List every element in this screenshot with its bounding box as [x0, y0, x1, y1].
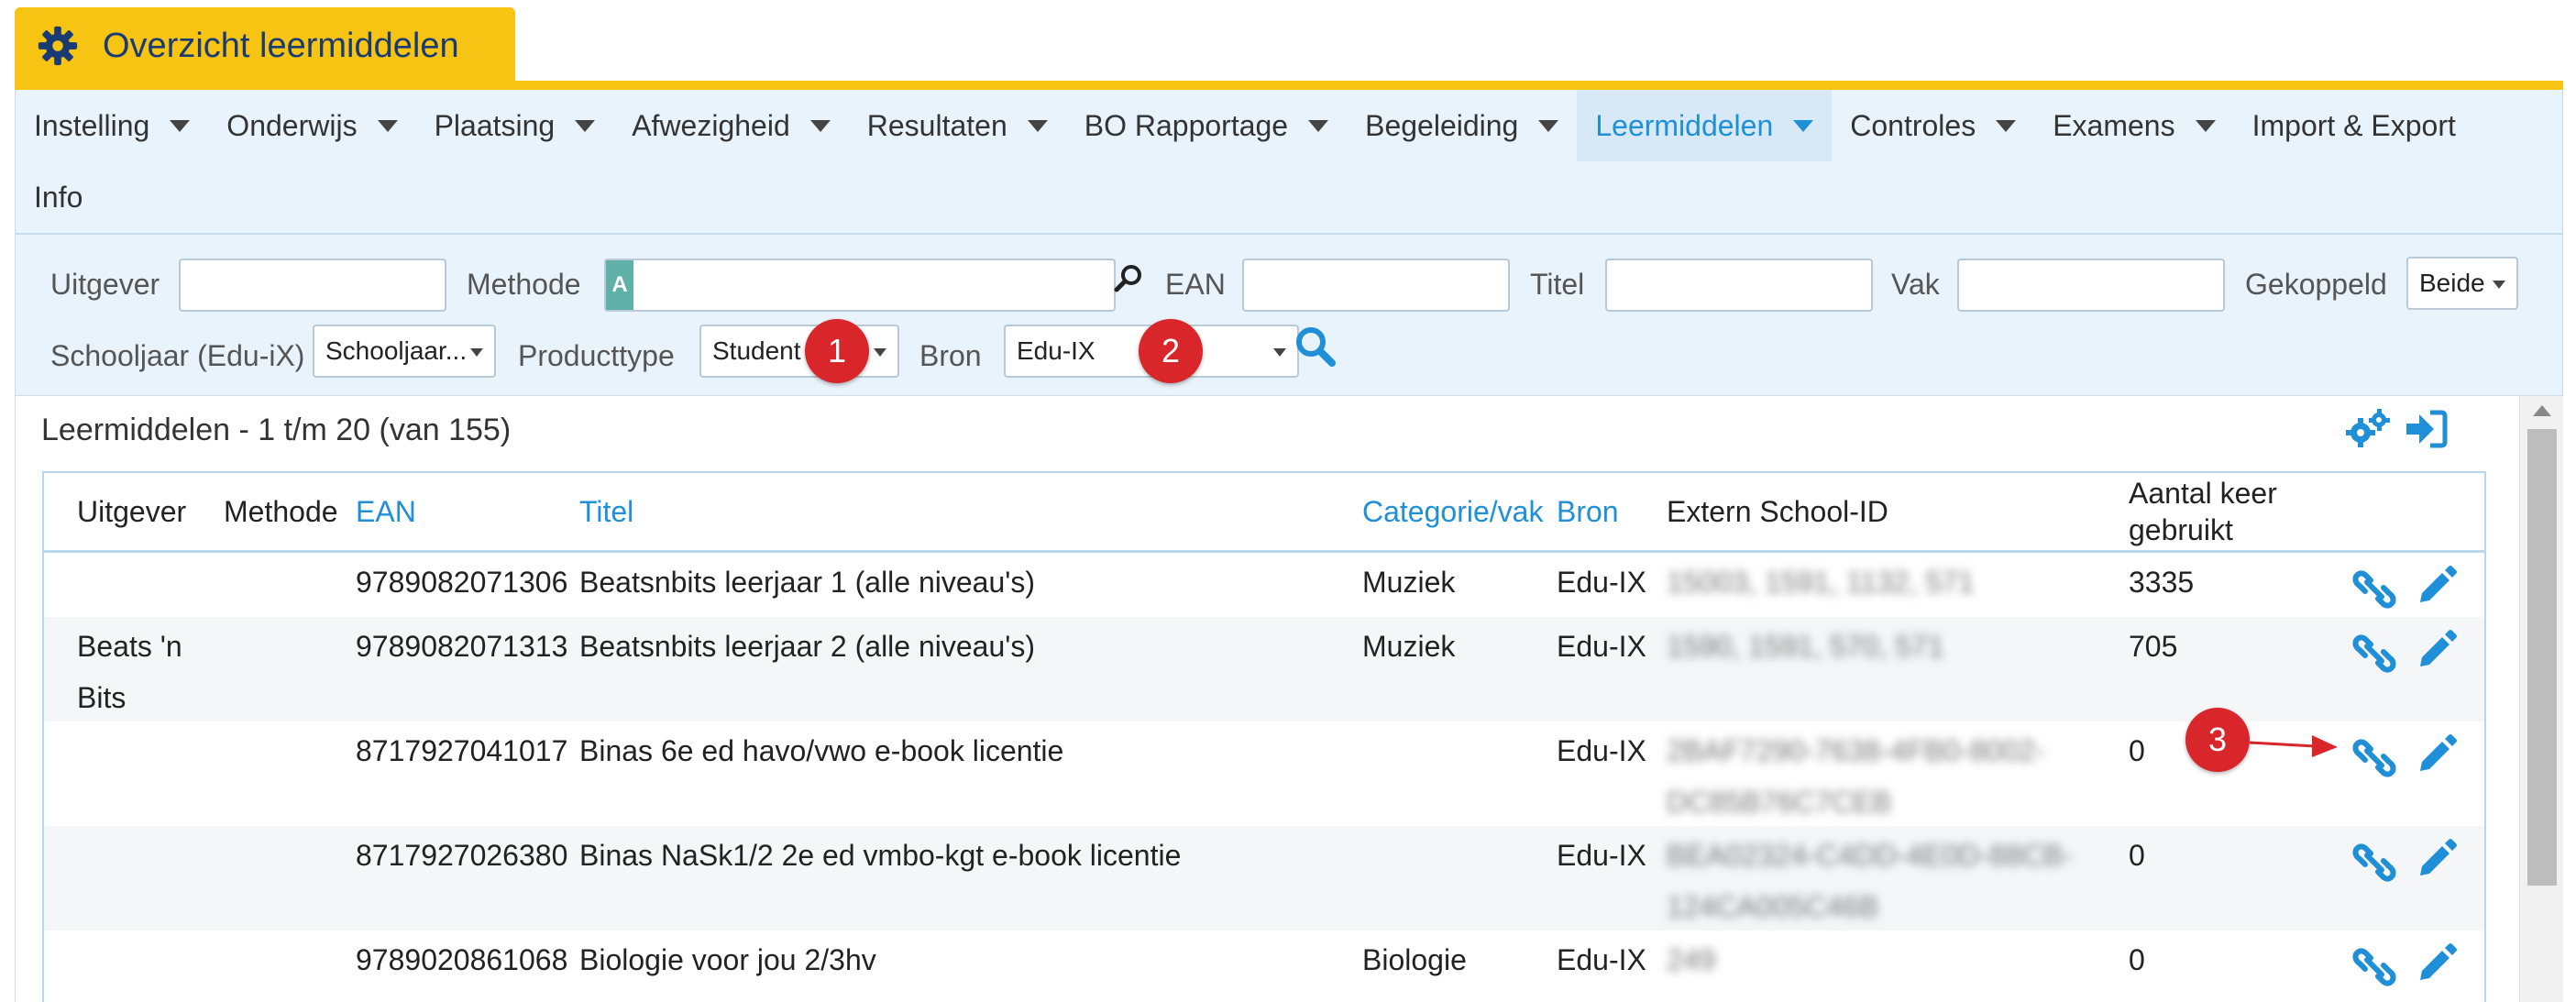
leermiddelen-table: Uitgever Methode EAN Titel Categorie/vak… — [42, 471, 2486, 1002]
producttype-select[interactable]: Student — [699, 325, 899, 378]
schooljaar-label: Schooljaar (Edu-iX) — [50, 339, 305, 372]
lookup-search-icon[interactable] — [1112, 262, 1145, 295]
column-header-titel[interactable]: Titel — [579, 473, 633, 550]
column-header-categorie[interactable]: Categorie/vak — [1362, 473, 1543, 550]
table-row: 9789020861068 Biologie voor jou 2/3hv Bi… — [44, 930, 2484, 1002]
list-title: Leermiddelen - 1 t/m 20 (van 155) — [41, 413, 512, 447]
nav-row-2: Info — [16, 161, 101, 233]
titel-label: Titel — [1530, 268, 1585, 301]
annotation-arrow — [2249, 735, 2338, 757]
main-nav: Instelling Onderwijs Plaatsing Afwezighe… — [15, 90, 2563, 233]
table-row: 8717927041017 Binas 6e ed havo/vwo e-boo… — [44, 721, 2484, 826]
chevron-down-icon — [874, 348, 886, 357]
methode-label: Methode — [467, 268, 581, 301]
chevron-down-icon — [2195, 119, 2216, 132]
bron-label: Bron — [919, 339, 982, 372]
title-underline — [15, 81, 2563, 90]
chevron-down-icon — [1538, 119, 1559, 132]
chevron-down-icon — [1996, 119, 2017, 132]
annotation-badge-2: 2 — [1139, 319, 1203, 383]
vak-label: Vak — [1891, 268, 1940, 301]
producttype-label: Producttype — [518, 339, 675, 372]
nav-item-controles[interactable]: Controles — [1832, 90, 2034, 161]
nav-item-resultaten[interactable]: Resultaten — [849, 90, 1066, 161]
nav-item-plaatsing[interactable]: Plaatsing — [416, 90, 614, 161]
chevron-down-icon — [1273, 348, 1286, 357]
nav-item-info[interactable]: Info — [16, 161, 101, 233]
gekoppeld-select[interactable]: Beide — [2406, 257, 2518, 310]
methode-input[interactable]: A — [604, 259, 1116, 312]
nav-item-instelling[interactable]: Instelling — [16, 90, 208, 161]
scrollbar-thumb[interactable] — [2527, 429, 2557, 886]
link-icon[interactable] — [2352, 841, 2396, 885]
ean-label: EAN — [1165, 268, 1226, 301]
column-header-ean[interactable]: EAN — [356, 473, 416, 550]
column-header-bron[interactable]: Bron — [1557, 473, 1619, 550]
schooljaar-select[interactable]: Schooljaar... — [313, 325, 496, 378]
ean-input[interactable] — [1242, 259, 1510, 312]
chevron-down-icon — [2493, 281, 2505, 289]
nav-item-onderwijs[interactable]: Onderwijs — [208, 90, 415, 161]
link-icon[interactable] — [2352, 736, 2396, 780]
chevron-down-icon — [1308, 119, 1329, 132]
link-icon[interactable] — [2352, 945, 2396, 989]
chevron-down-icon — [377, 119, 398, 132]
uitgever-input[interactable] — [179, 259, 446, 312]
table-row: 9789082071306 Beatsnbits leerjaar 1 (all… — [44, 553, 2484, 617]
autocomplete-icon: A — [606, 260, 633, 310]
annotation-badge-1: 1 — [805, 319, 869, 383]
edit-pencil-icon[interactable] — [2415, 940, 2459, 984]
nav-item-leermiddelen[interactable]: Leermiddelen — [1577, 90, 1833, 161]
chevron-down-icon — [809, 119, 831, 132]
chevron-down-icon — [1027, 119, 1048, 132]
nav-item-examens[interactable]: Examens — [2034, 90, 2233, 161]
nav-item-begeleiding[interactable]: Begeleiding — [1347, 90, 1577, 161]
gekoppeld-label: Gekoppeld — [2245, 268, 2387, 301]
nav-row-1: Instelling Onderwijs Plaatsing Afwezighe… — [16, 90, 2474, 161]
edit-pencil-icon[interactable] — [2415, 562, 2459, 606]
link-icon[interactable] — [2352, 567, 2396, 611]
titel-input[interactable] — [1605, 259, 1873, 312]
annotation-badge-3: 3 — [2185, 708, 2250, 772]
chevron-down-icon — [470, 348, 483, 357]
nav-item-bo-rapportage[interactable]: BO Rapportage — [1066, 90, 1347, 161]
filter-panel: Uitgever Methode A EAN Titel Vak Gekoppe… — [15, 233, 2563, 396]
search-icon[interactable] — [1294, 325, 1338, 369]
table-row: 8717927026380 Binas NaSk1/2 2e ed vmbo-k… — [44, 826, 2484, 930]
column-header-extern-school-id: Extern School-ID — [1667, 494, 1888, 528]
page-title-tab: Overzicht leermiddelen — [15, 7, 515, 84]
sign-in-icon[interactable] — [2403, 407, 2449, 451]
edit-pencil-icon[interactable] — [2415, 626, 2459, 670]
chevron-down-icon — [170, 119, 191, 132]
scrollbar[interactable] — [2519, 396, 2563, 1002]
nav-item-afwezigheid[interactable]: Afwezigheid — [613, 90, 849, 161]
gear-icon — [38, 26, 78, 66]
column-header-aantal: Aantal keer gebruikt — [2129, 477, 2277, 546]
nav-item-import-export[interactable]: Import & Export — [2234, 90, 2474, 161]
column-header-methode: Methode — [224, 494, 338, 528]
edit-pencil-icon[interactable] — [2415, 835, 2459, 879]
edit-pencil-icon[interactable] — [2415, 731, 2459, 775]
table-row: Beats 'n Bits 9789082071313 Beatsnbits l… — [44, 617, 2484, 721]
chevron-down-icon — [1793, 119, 1814, 132]
scroll-up-icon[interactable] — [2533, 405, 2551, 416]
page-title: Overzicht leermiddelen — [103, 26, 459, 65]
settings-gears-icon[interactable] — [2344, 407, 2392, 451]
vak-input[interactable] — [1957, 259, 2225, 312]
chevron-down-icon — [575, 119, 596, 132]
column-header-uitgever: Uitgever — [77, 494, 187, 528]
link-icon[interactable] — [2352, 632, 2396, 676]
uitgever-label: Uitgever — [50, 268, 160, 301]
